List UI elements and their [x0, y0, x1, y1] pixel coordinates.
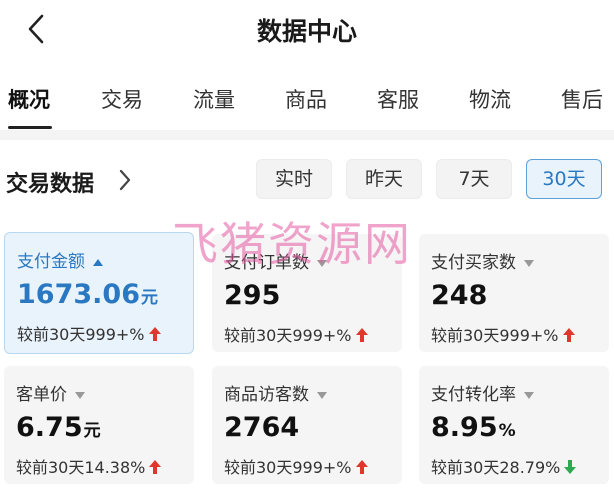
caret-up-icon [93, 258, 103, 266]
caret-down-icon [317, 391, 327, 399]
tab-after-sales[interactable]: 售后 [561, 84, 603, 114]
arrow-up-icon [355, 460, 368, 474]
metric-compare: 较前30天14.38% [16, 454, 162, 478]
page-title: 数据中心 [256, 17, 357, 46]
tab-logistics[interactable]: 物流 [469, 84, 511, 114]
metric-label: 支付金额 [17, 247, 103, 272]
range-7days-button[interactable]: 7天 [436, 159, 512, 199]
tab-products[interactable]: 商品 [285, 84, 327, 114]
range-yesterday-button[interactable]: 昨天 [346, 159, 422, 199]
top-bar: 数据中心 [0, 0, 614, 60]
metric-label: 商品访客数 [224, 380, 327, 405]
metric-label: 支付买家数 [431, 248, 534, 273]
arrow-up-icon [149, 460, 162, 474]
metrics-grid: 支付金额 1673.06元 较前30天999+% 支付订单数 295 较前30天… [0, 218, 614, 488]
metric-compare: 较前30天999+% [17, 321, 161, 345]
arrow-down-icon [564, 460, 577, 474]
range-30days-button[interactable]: 30天 [526, 159, 602, 199]
metric-compare: 较前30天999+% [224, 454, 368, 478]
metric-label: 客单价 [16, 380, 85, 405]
metric-value: 295 [224, 280, 281, 311]
arrow-up-icon [355, 328, 368, 342]
metric-value: 6.75元 [16, 412, 101, 443]
metric-value: 1673.06元 [17, 279, 158, 310]
metric-value: 2764 [224, 412, 300, 443]
trade-data-section-header: 交易数据 实时 昨天 7天 30天 [0, 140, 614, 218]
metric-card-conversion-rate[interactable]: 支付转化率 8.95% 较前30天28.79% [419, 366, 609, 484]
tab-trade[interactable]: 交易 [101, 84, 143, 114]
metric-value: 8.95% [431, 412, 516, 443]
metric-card-product-visitors[interactable]: 商品访客数 2764 较前30天999+% [212, 366, 402, 484]
metric-card-buyer-count[interactable]: 支付买家数 248 较前30天999+% [419, 234, 609, 352]
arrow-up-icon [562, 328, 575, 342]
metric-label: 支付转化率 [431, 380, 534, 405]
tab-service[interactable]: 客服 [377, 84, 419, 114]
metric-card-order-count[interactable]: 支付订单数 295 较前30天999+% [212, 234, 402, 352]
active-tab-indicator [8, 126, 52, 129]
metric-card-avg-order-value[interactable]: 客单价 6.75元 较前30天14.38% [4, 366, 194, 484]
tab-overview[interactable]: 概况 [8, 84, 50, 114]
tab-traffic[interactable]: 流量 [193, 84, 235, 114]
chevron-right-icon[interactable] [118, 168, 132, 192]
caret-down-icon [75, 391, 85, 399]
section-title[interactable]: 交易数据 [6, 166, 94, 198]
range-realtime-button[interactable]: 实时 [256, 159, 332, 199]
arrow-up-icon [148, 327, 161, 341]
caret-down-icon [524, 391, 534, 399]
metric-label: 支付订单数 [224, 248, 327, 273]
tab-bar: 概况 交易 流量 商品 客服 物流 售后 [0, 60, 614, 130]
metric-compare: 较前30天999+% [224, 322, 368, 346]
metric-compare: 较前30天28.79% [431, 454, 577, 478]
metric-card-payment-amount[interactable]: 支付金额 1673.06元 较前30天999+% [4, 232, 194, 354]
metric-compare: 较前30天999+% [431, 322, 575, 346]
metric-value: 248 [431, 280, 488, 311]
caret-down-icon [317, 259, 327, 267]
caret-down-icon [524, 259, 534, 267]
